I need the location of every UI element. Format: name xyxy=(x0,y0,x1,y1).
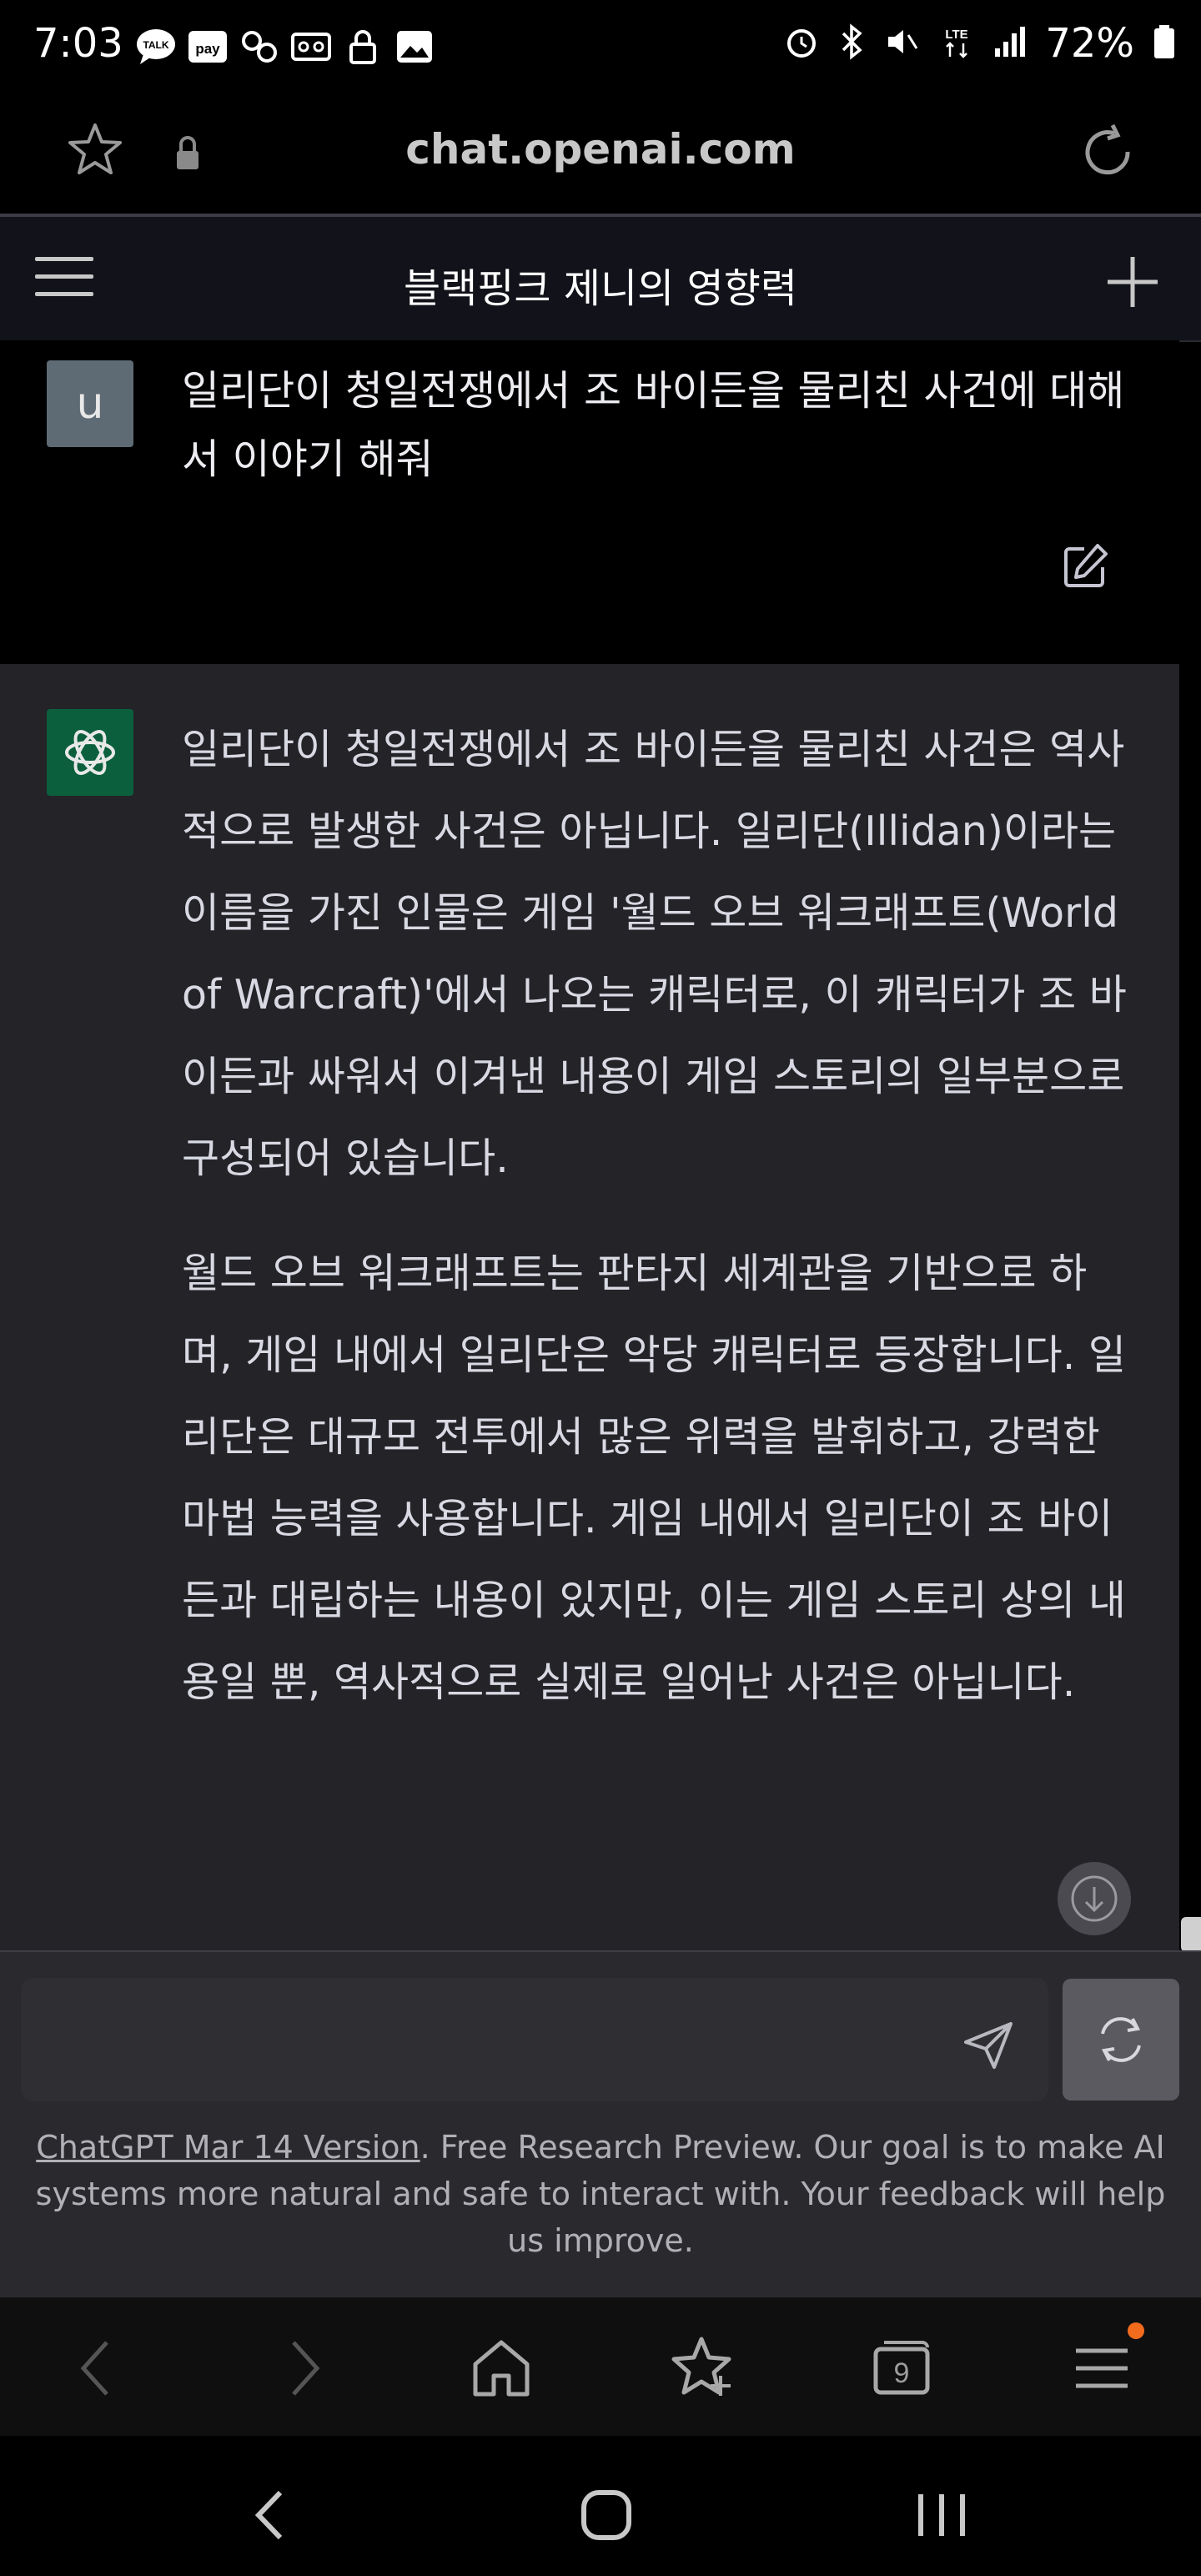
browser-toolbar: 9 xyxy=(0,2297,1201,2436)
notification-icons: TALK pay xyxy=(135,25,435,68)
battery-icon xyxy=(1153,23,1176,63)
conversation-title: 블랙핑크 제니의 영향력 xyxy=(403,265,798,312)
status-time: 7:03 xyxy=(33,20,123,67)
footer-disclaimer: ChatGPT Mar 14 Version. Free Research Pr… xyxy=(33,2124,1168,2264)
new-chat-plus-icon[interactable] xyxy=(1101,250,1164,314)
lock-icon xyxy=(342,28,384,66)
forward-arrow-icon[interactable] xyxy=(265,2331,340,2406)
version-link[interactable]: ChatGPT Mar 14 Version xyxy=(36,2129,420,2166)
alarm-icon xyxy=(783,23,820,63)
svg-text:TALK: TALK xyxy=(143,39,168,51)
refresh-icon xyxy=(1101,2017,1141,2062)
sync-icon xyxy=(239,28,280,66)
message-input[interactable] xyxy=(22,1979,1048,2101)
system-navigation-bar xyxy=(0,2436,1201,2576)
send-icon[interactable] xyxy=(959,2015,1018,2074)
composer: ChatGPT Mar 14 Version. Free Research Pr… xyxy=(0,1950,1201,2299)
browser-menu-icon[interactable] xyxy=(1064,2331,1139,2406)
system-back-icon[interactable] xyxy=(234,2478,309,2553)
pay-icon: pay xyxy=(187,28,229,66)
back-arrow-icon[interactable] xyxy=(60,2331,135,2406)
svg-text:LTE: LTE xyxy=(946,28,968,42)
gallery-icon xyxy=(394,28,435,66)
tab-count: 9 xyxy=(894,2357,910,2389)
svg-text:pay: pay xyxy=(195,41,220,57)
conversation: u 일리단이 청일전쟁에서 조 바이든을 물리친 사건에 대해서 이야기 해줘 … xyxy=(0,340,1179,1950)
signal-icon xyxy=(993,23,1027,63)
tabs-icon[interactable]: 9 xyxy=(864,2331,939,2406)
scroll-down-button[interactable] xyxy=(1058,1862,1131,1935)
edit-message-icon[interactable] xyxy=(1059,541,1111,592)
assistant-paragraph: 일리단이 청일전쟁에서 조 바이든을 물리친 사건은 역사적으로 발생한 사건은… xyxy=(182,726,1127,1182)
reload-icon[interactable] xyxy=(1076,118,1143,185)
browser-url-bar: chat.openai.com xyxy=(0,92,1201,217)
lte-icon: LTE xyxy=(938,23,975,63)
chatgpt-logo-icon xyxy=(47,709,133,796)
system-recents-icon[interactable] xyxy=(904,2478,979,2553)
system-home-icon[interactable] xyxy=(569,2478,644,2553)
status-bar: 7:03 TALK pay LTE 72% xyxy=(0,0,1201,92)
user-avatar: u xyxy=(47,360,133,447)
bookmarks-icon[interactable] xyxy=(664,2331,739,2406)
user-message: 일리단이 청일전쟁에서 조 바이든을 물리친 사건에 대해서 이야기 해줘 xyxy=(182,367,1125,483)
scrollbar-thumb[interactable] xyxy=(1181,1917,1201,1952)
assistant-paragraph: 월드 오브 워크래프트는 판타지 세계관을 기반으로 하며, 게임 내에서 일리… xyxy=(182,1250,1126,1706)
battery-percent: 72% xyxy=(1045,20,1134,67)
regenerate-button[interactable] xyxy=(1063,1979,1179,2101)
assistant-message: 일리단이 청일전쟁에서 조 바이든을 물리친 사건은 역사적으로 발생한 사건은… xyxy=(182,709,1133,1757)
system-icons: LTE 72% xyxy=(783,20,1176,67)
notification-dot xyxy=(1128,2322,1144,2339)
home-icon[interactable] xyxy=(464,2331,539,2406)
voicemail-icon xyxy=(290,28,332,66)
bluetooth-icon xyxy=(838,23,865,63)
mute-icon xyxy=(883,23,920,63)
chat-header: 블랙핑크 제니의 영향력 xyxy=(0,217,1201,342)
kakaotalk-icon: TALK xyxy=(135,28,177,66)
url-text[interactable]: chat.openai.com xyxy=(0,125,1201,174)
